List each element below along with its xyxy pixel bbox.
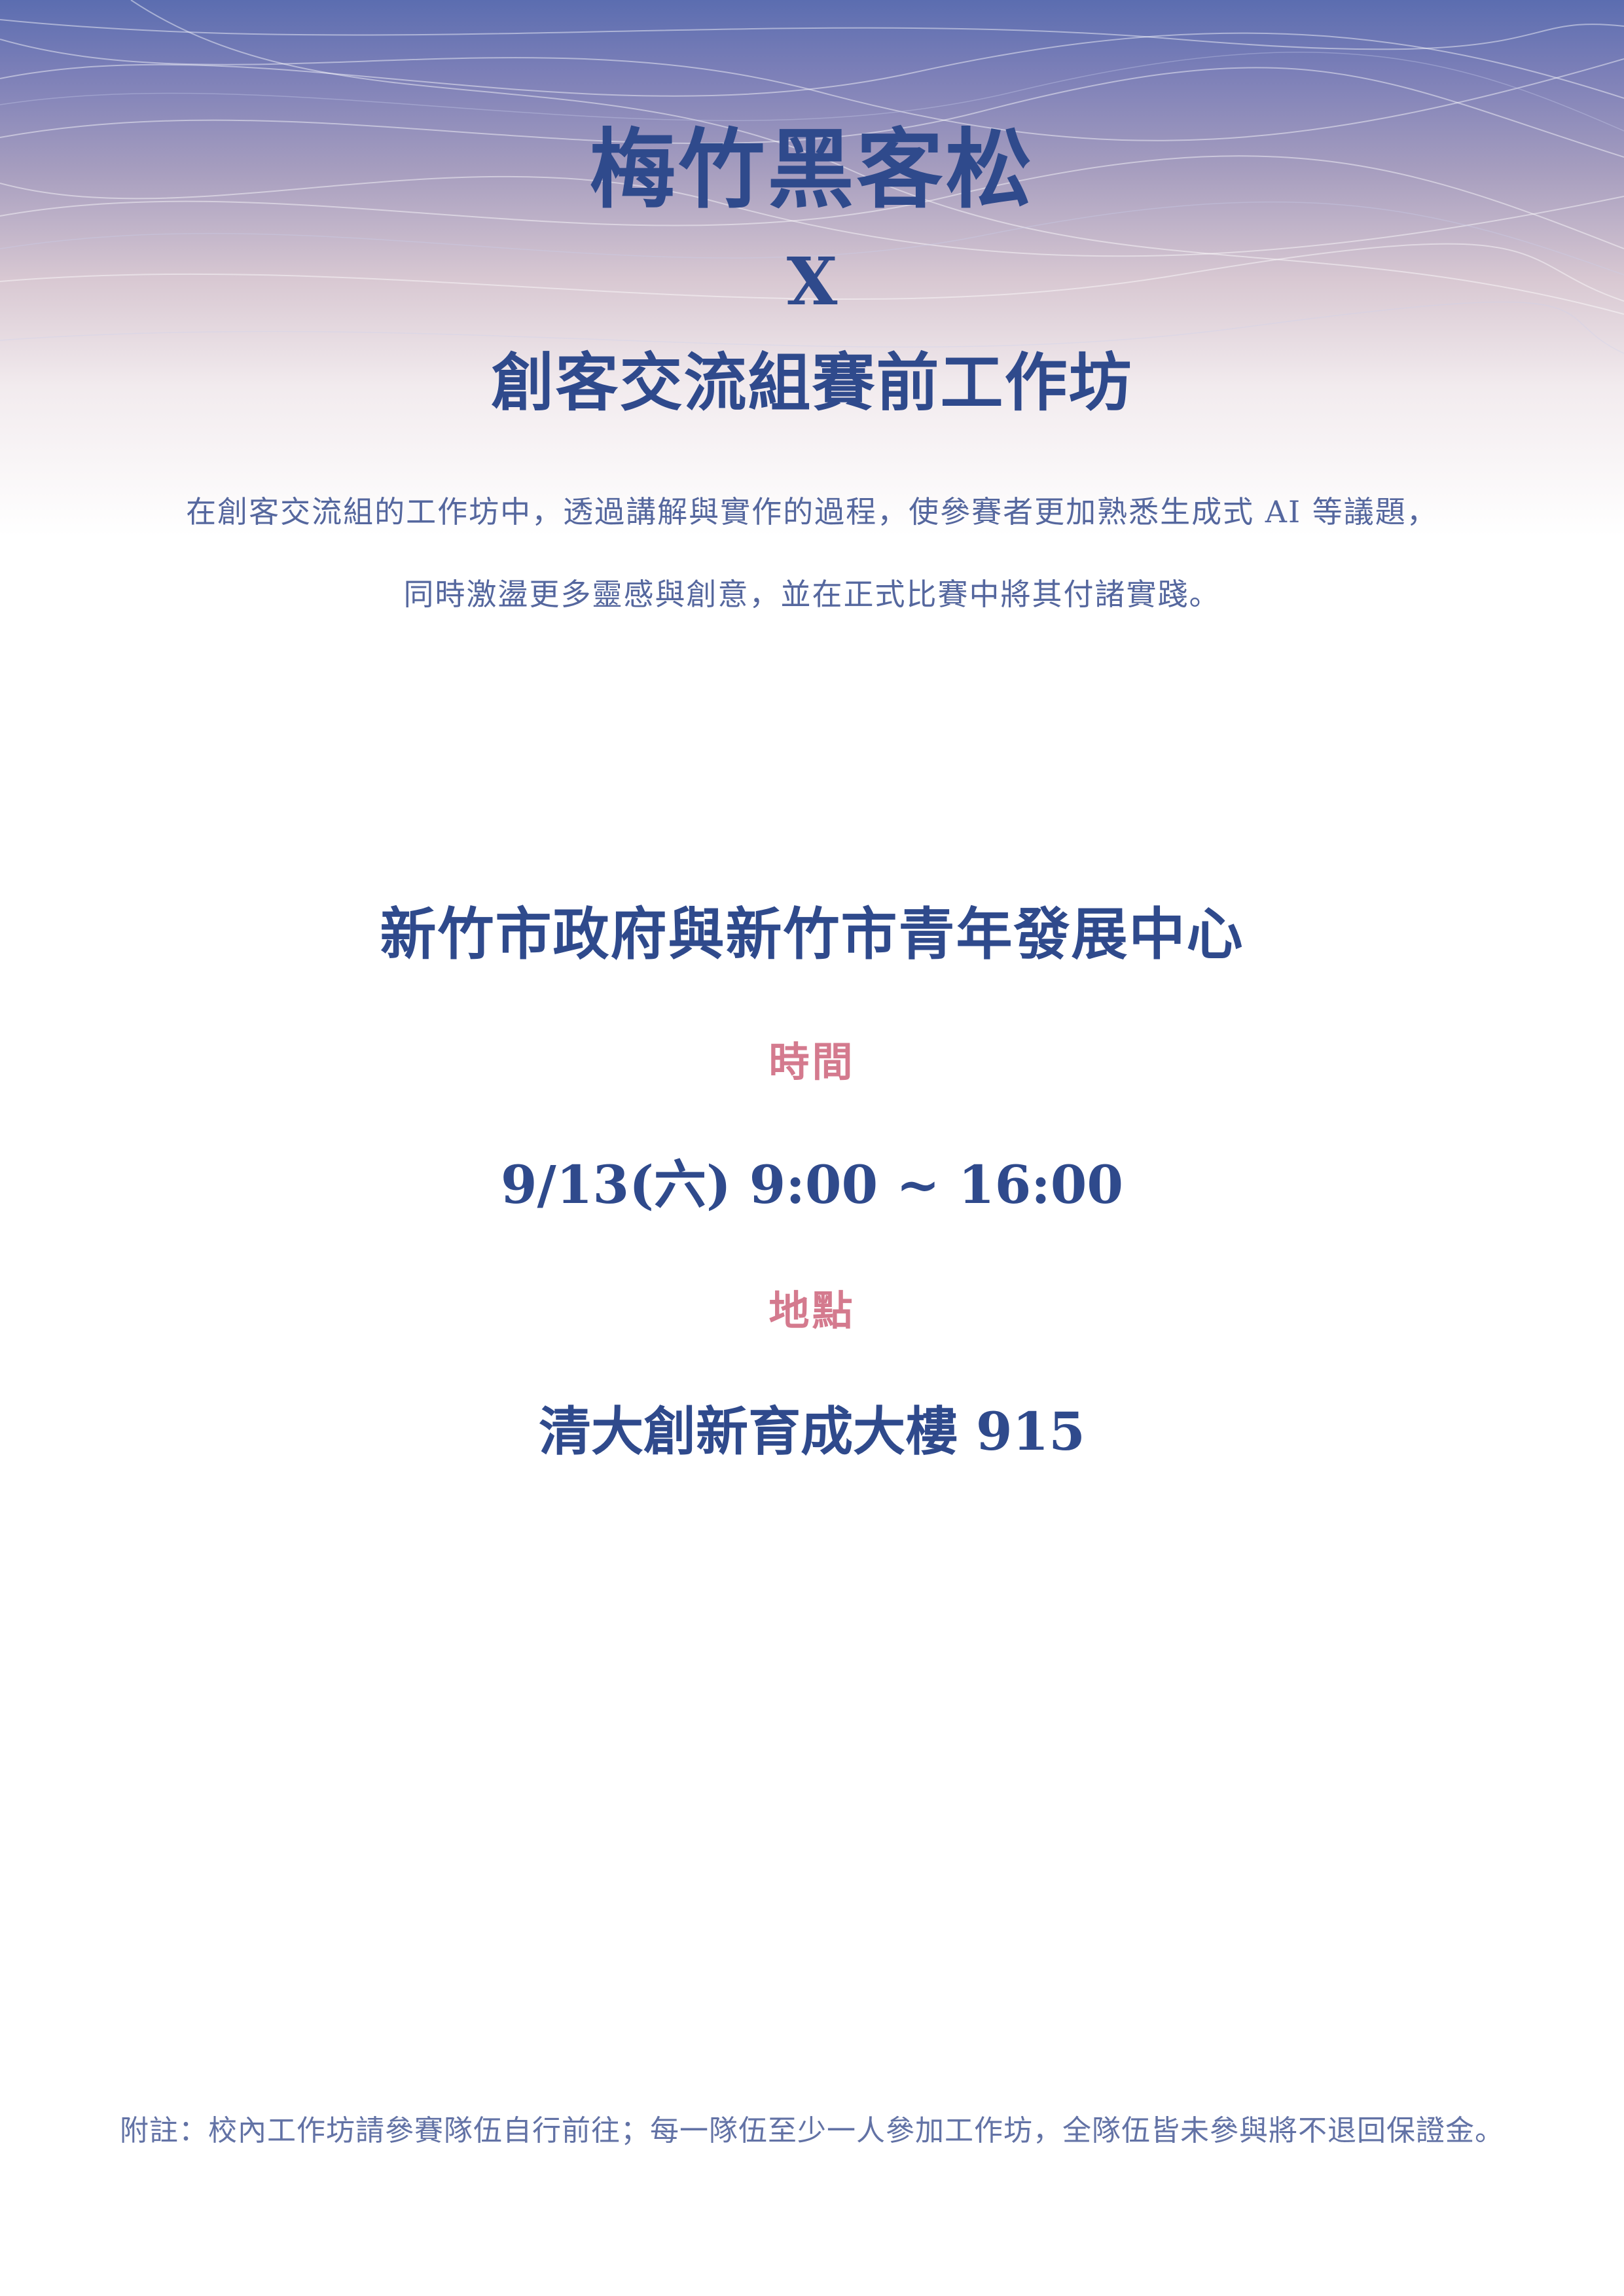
footer-note: 附註：校內工作坊請參賽隊伍自行前往；每一隊伍至少一人參加工作坊，全隊伍皆未參與將… [120, 2114, 1504, 2147]
description-line-1: 在創客交流組的工作坊中，透過講解與實作的過程，使參賽者更加熟悉生成式 AI 等議… [186, 494, 1438, 529]
place-value: 清大創新育成大樓 915 [539, 1401, 1085, 1462]
event-subtitle: 創客交流組賽前工作坊 [491, 346, 1133, 420]
organizer-name: 新竹市政府與新竹市青年發展中心 [380, 901, 1244, 967]
poster-page: 梅竹黑客松 X 創客交流組賽前工作坊 在創客交流組的工作坊中，透過講解與實作的過… [0, 0, 1624, 2296]
title-connector: X [786, 243, 838, 320]
event-title: 梅竹黑客松 [589, 119, 1035, 221]
description-line-2: 同時激盪更多靈感與創意，並在正式比賽中將其付諸實踐。 [403, 577, 1221, 612]
time-value: 9/13(六) 9:00 ~ 16:00 [500, 1154, 1124, 1215]
time-label: 時間 [768, 1038, 856, 1086]
place-label: 地點 [768, 1287, 856, 1335]
